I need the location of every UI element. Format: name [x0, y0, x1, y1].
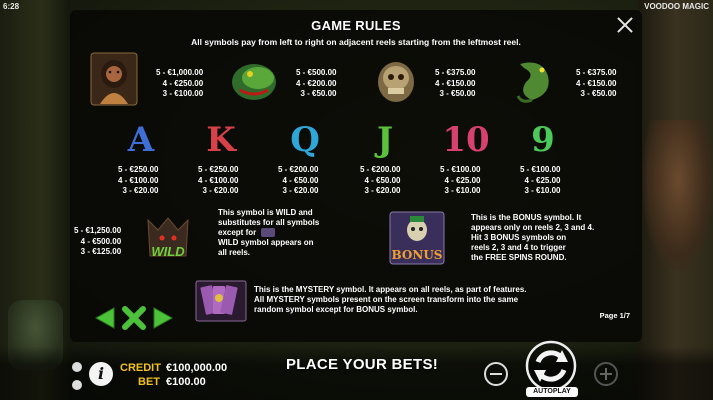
paytable-snake: 5 - €500.00 4 - €200.00 3 - €50.00 — [296, 68, 337, 98]
prev-page-button[interactable] — [94, 306, 116, 335]
close-rules-x-icon[interactable] — [122, 306, 146, 335]
autoplay-button[interactable]: AUTOPLAY — [526, 387, 578, 397]
decrease-bet-button[interactable] — [484, 362, 508, 386]
letter-a-icon: A — [127, 120, 155, 160]
place-your-bets-message: PLACE YOUR BETS! — [286, 356, 439, 373]
lizard-icon — [512, 54, 558, 106]
letter-k-icon: K — [206, 120, 236, 160]
credit-value: €100,000.00 — [166, 362, 228, 374]
spin-button[interactable] — [518, 340, 584, 392]
wild-symbol-icon: WILD — [142, 212, 194, 266]
number-9-icon: 9 — [531, 120, 555, 160]
game-logo: VOODOO MAGIC — [644, 2, 709, 11]
wild-label: WILD — [151, 244, 185, 259]
bonus-description: This is the BONUS symbol. It appears onl… — [471, 213, 595, 262]
paytable-k: 5 - €250.00 4 - €100.00 3 - €20.00 — [198, 165, 239, 195]
bet-value: €100.00 — [166, 376, 206, 388]
plus-icon-vertical — [605, 368, 607, 380]
next-page-button[interactable] — [152, 306, 174, 335]
paytable-lizard: 5 - €375.00 4 - €150.00 3 - €50.00 — [576, 68, 617, 98]
number-10-icon: 10 — [442, 120, 490, 160]
letter-j-icon: J — [376, 120, 394, 160]
paytable-10: 5 - €100.00 4 - €25.00 3 - €10.00 — [440, 165, 481, 195]
paytable-q: 5 - €200.00 4 - €50.00 3 - €20.00 — [278, 165, 319, 195]
increase-bet-button[interactable] — [594, 362, 618, 386]
background-witch-character — [643, 120, 713, 270]
rules-title: GAME RULES — [311, 18, 401, 33]
bonus-mini-icon — [261, 228, 276, 238]
page-indicator: Page 1/7 — [599, 311, 630, 320]
menu-icon[interactable] — [72, 362, 82, 372]
paytable-9: 5 - €100.00 4 - €25.00 3 - €10.00 — [520, 165, 561, 195]
mystery-description: This is the MYSTERY symbol. It appears o… — [254, 285, 527, 314]
snake-icon — [228, 52, 280, 106]
bonus-symbol-icon: BONUS — [388, 210, 446, 266]
close-icon[interactable] — [616, 16, 634, 34]
letter-q-icon: Q — [290, 120, 320, 160]
rules-subtitle: All symbols pay from left to right on ad… — [191, 37, 521, 47]
clock: 6:28 — [3, 2, 20, 11]
info-icon[interactable]: i — [89, 362, 113, 386]
credit-label: CREDIT — [120, 362, 161, 374]
minus-icon — [490, 373, 502, 375]
game-rules-panel: GAME RULES All symbols pay from left to … — [70, 10, 642, 342]
spin-arrows-icon — [525, 340, 577, 392]
paytable-a: 5 - €250.00 4 - €100.00 3 - €20.00 — [118, 165, 159, 195]
wild-description: This symbol is WILD and substitutes for … — [218, 208, 320, 257]
paytable-wild: 5 - €1,250.00 4 - €500.00 3 - €125.00 — [74, 226, 122, 256]
bet-label: BET — [138, 376, 160, 388]
paytable-voodoo-woman: 5 - €1,000.00 4 - €250.00 3 - €100.00 — [156, 68, 204, 98]
skull-snake-icon — [374, 56, 418, 106]
paytable-j: 5 - €200.00 4 - €50.00 3 - €20.00 — [360, 165, 401, 195]
voodoo-woman-icon — [90, 52, 138, 106]
bonus-label: BONUS — [391, 248, 443, 262]
paytable-skull-snake: 5 - €375.00 4 - €150.00 3 - €50.00 — [435, 68, 476, 98]
mystery-symbol-icon — [195, 280, 247, 322]
sound-icon[interactable] — [72, 380, 82, 390]
